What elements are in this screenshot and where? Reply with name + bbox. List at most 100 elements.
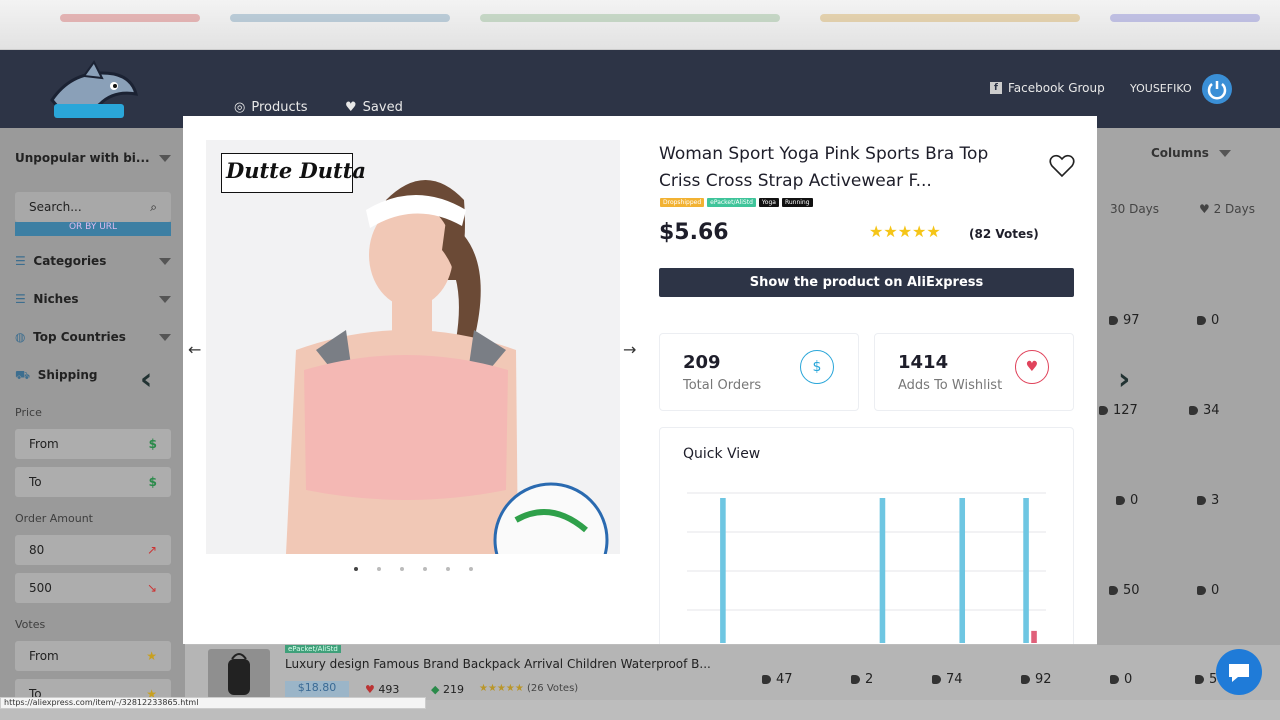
heart-icon: ♥ bbox=[1015, 350, 1049, 384]
stat-cell: 97 bbox=[1109, 313, 1140, 328]
truck-icon: ⛟ bbox=[15, 368, 31, 382]
tag-icon: ◆ bbox=[431, 683, 440, 696]
chevron-down-icon bbox=[159, 333, 171, 341]
facebook-group-link[interactable]: f Facebook Group bbox=[990, 81, 1105, 95]
orders-count: ◆ 219 bbox=[431, 683, 464, 696]
tag-icon bbox=[1189, 406, 1198, 415]
brand-logo: Dutte Dutta bbox=[221, 153, 366, 193]
tag-icon bbox=[1195, 675, 1204, 684]
order-from-input[interactable]: 80 ↗ bbox=[15, 535, 171, 565]
tag-icon bbox=[1116, 496, 1125, 505]
globe-icon: ◍ bbox=[15, 330, 26, 344]
shark-logo[interactable] bbox=[44, 60, 140, 126]
chart-bar bbox=[720, 498, 726, 643]
tag-icon bbox=[1110, 675, 1119, 684]
nav-saved[interactable]: ♥ Saved bbox=[345, 100, 403, 115]
quick-view-chart bbox=[687, 492, 1046, 643]
quick-view-card: Quick View bbox=[659, 427, 1074, 644]
chevron-right-icon[interactable]: › bbox=[1118, 362, 1130, 397]
price-label: Price bbox=[15, 406, 42, 419]
stat-cell: 127 bbox=[1099, 403, 1138, 418]
total-orders-card: 209 Total Orders $ bbox=[659, 333, 859, 411]
wishlist-value: 1414 bbox=[898, 352, 949, 373]
tag-running: Running bbox=[781, 198, 813, 207]
price-from-input[interactable]: From $ bbox=[15, 429, 171, 459]
product-tags: Dropshipped ePacket/AliStd Yoga Running bbox=[660, 192, 816, 211]
dollar-icon: $ bbox=[800, 350, 834, 384]
carousel-dot[interactable] bbox=[446, 567, 450, 571]
arrow-left-icon[interactable]: ← bbox=[188, 340, 201, 359]
stat-cell: 34 bbox=[1189, 403, 1220, 418]
chart-bar bbox=[1031, 630, 1037, 643]
sort-select[interactable]: Unpopular with bi... bbox=[15, 151, 171, 165]
tag-icon bbox=[1109, 316, 1118, 325]
chart-bar bbox=[1023, 498, 1029, 643]
star-icon: ★ bbox=[146, 649, 157, 663]
stat-cell: 3 bbox=[1197, 493, 1219, 508]
table-row[interactable]: ePacket/AliStd Luxury design Famous Bran… bbox=[185, 645, 1280, 700]
tag-icon bbox=[762, 675, 771, 684]
stat-cell: 47 bbox=[762, 672, 793, 687]
dollar-icon: $ bbox=[148, 437, 157, 451]
arrow-right-icon[interactable]: → bbox=[623, 340, 636, 359]
sort-30-days[interactable]: 30 Days bbox=[1110, 202, 1159, 216]
columns-dropdown[interactable]: Columns bbox=[1151, 146, 1231, 160]
tag-icon bbox=[1197, 496, 1206, 505]
votes-from-input[interactable]: From ★ bbox=[15, 641, 171, 671]
search-input[interactable]: Search... ⌕ bbox=[15, 192, 171, 222]
votes-count: (82 Votes) bbox=[969, 227, 1039, 241]
status-bar-url: https://aliexpress.com/item/-/3281223386… bbox=[0, 697, 426, 709]
favorite-heart-icon[interactable] bbox=[1049, 154, 1075, 182]
product-modal: ← → Dutte Dutta Woman Sport Yoga Pink Sp… bbox=[183, 116, 1097, 644]
order-to-input[interactable]: 500 ↘ bbox=[15, 573, 171, 603]
dollar-icon: $ bbox=[148, 475, 157, 489]
chevron-down-icon bbox=[159, 257, 171, 265]
product-thumbnail bbox=[208, 649, 270, 699]
filter-top-countries[interactable]: ◍ Top Countries bbox=[15, 330, 171, 344]
facebook-icon: f bbox=[990, 82, 1002, 94]
results-area: Columns 30 Days ♥ 2 Days 97 0 127 34 0 3… bbox=[1097, 128, 1280, 700]
total-orders-value: 209 bbox=[683, 352, 721, 373]
username[interactable]: YOUSEFIKO bbox=[1130, 82, 1192, 95]
wishlist-label: Adds To Wishlist bbox=[898, 378, 1003, 393]
search-icon: ⌕ bbox=[150, 199, 157, 214]
price-badge: $18.80 bbox=[285, 681, 349, 697]
star-icon: ★ bbox=[912, 222, 927, 241]
filter-categories[interactable]: ☰ Categories bbox=[15, 254, 171, 268]
heart-icon: ♥ bbox=[345, 100, 357, 115]
power-icon[interactable] bbox=[1202, 74, 1232, 104]
tag-icon bbox=[851, 675, 860, 684]
quick-view-title: Quick View bbox=[683, 446, 761, 462]
chevron-left-icon[interactable]: ‹ bbox=[140, 362, 152, 397]
or-by-url-button[interactable]: OR BY URL bbox=[15, 222, 171, 236]
carousel-dot[interactable] bbox=[354, 567, 358, 571]
tag-shipping: ePacket/AliStd bbox=[707, 198, 756, 207]
tag-icon bbox=[1021, 675, 1030, 684]
carousel-dot[interactable] bbox=[469, 567, 473, 571]
price-to-input[interactable]: To $ bbox=[15, 467, 171, 497]
filter-sidebar: Unpopular with bi... Search... ⌕ OR BY UR… bbox=[0, 128, 185, 709]
shipping-tag: ePacket/AliStd bbox=[285, 645, 341, 653]
heart-icon: ♥ bbox=[365, 683, 375, 696]
star-icon: ★ bbox=[883, 222, 898, 241]
stat-cell: 0 bbox=[1197, 313, 1219, 328]
chat-button[interactable] bbox=[1216, 649, 1262, 695]
chevron-down-icon bbox=[159, 295, 171, 303]
likes-count: ♥ 493 bbox=[365, 683, 400, 696]
tag-icon bbox=[1197, 316, 1206, 325]
sort-2-days[interactable]: ♥ 2 Days bbox=[1199, 202, 1255, 216]
carousel-dot[interactable] bbox=[423, 567, 427, 571]
stat-cell: 92 bbox=[1021, 672, 1052, 687]
carousel-dot[interactable] bbox=[377, 567, 381, 571]
product-title: Woman Sport Yoga Pink Sports Bra Top Cri… bbox=[659, 144, 989, 191]
trend-up-icon: ↗ bbox=[146, 543, 157, 557]
nav-products[interactable]: ◎ Products bbox=[234, 100, 307, 115]
stat-cell: 0 bbox=[1116, 493, 1138, 508]
tag-icon bbox=[932, 675, 941, 684]
product-title[interactable]: Luxury design Famous Brand Backpack Arri… bbox=[285, 657, 711, 671]
show-on-aliexpress-button[interactable]: Show the product on AliExpress bbox=[659, 268, 1074, 297]
product-image[interactable]: Dutte Dutta bbox=[206, 140, 620, 554]
stat-cell: 50 bbox=[1109, 583, 1140, 598]
filter-niches[interactable]: ☰ Niches bbox=[15, 292, 171, 306]
carousel-dot[interactable] bbox=[400, 567, 404, 571]
